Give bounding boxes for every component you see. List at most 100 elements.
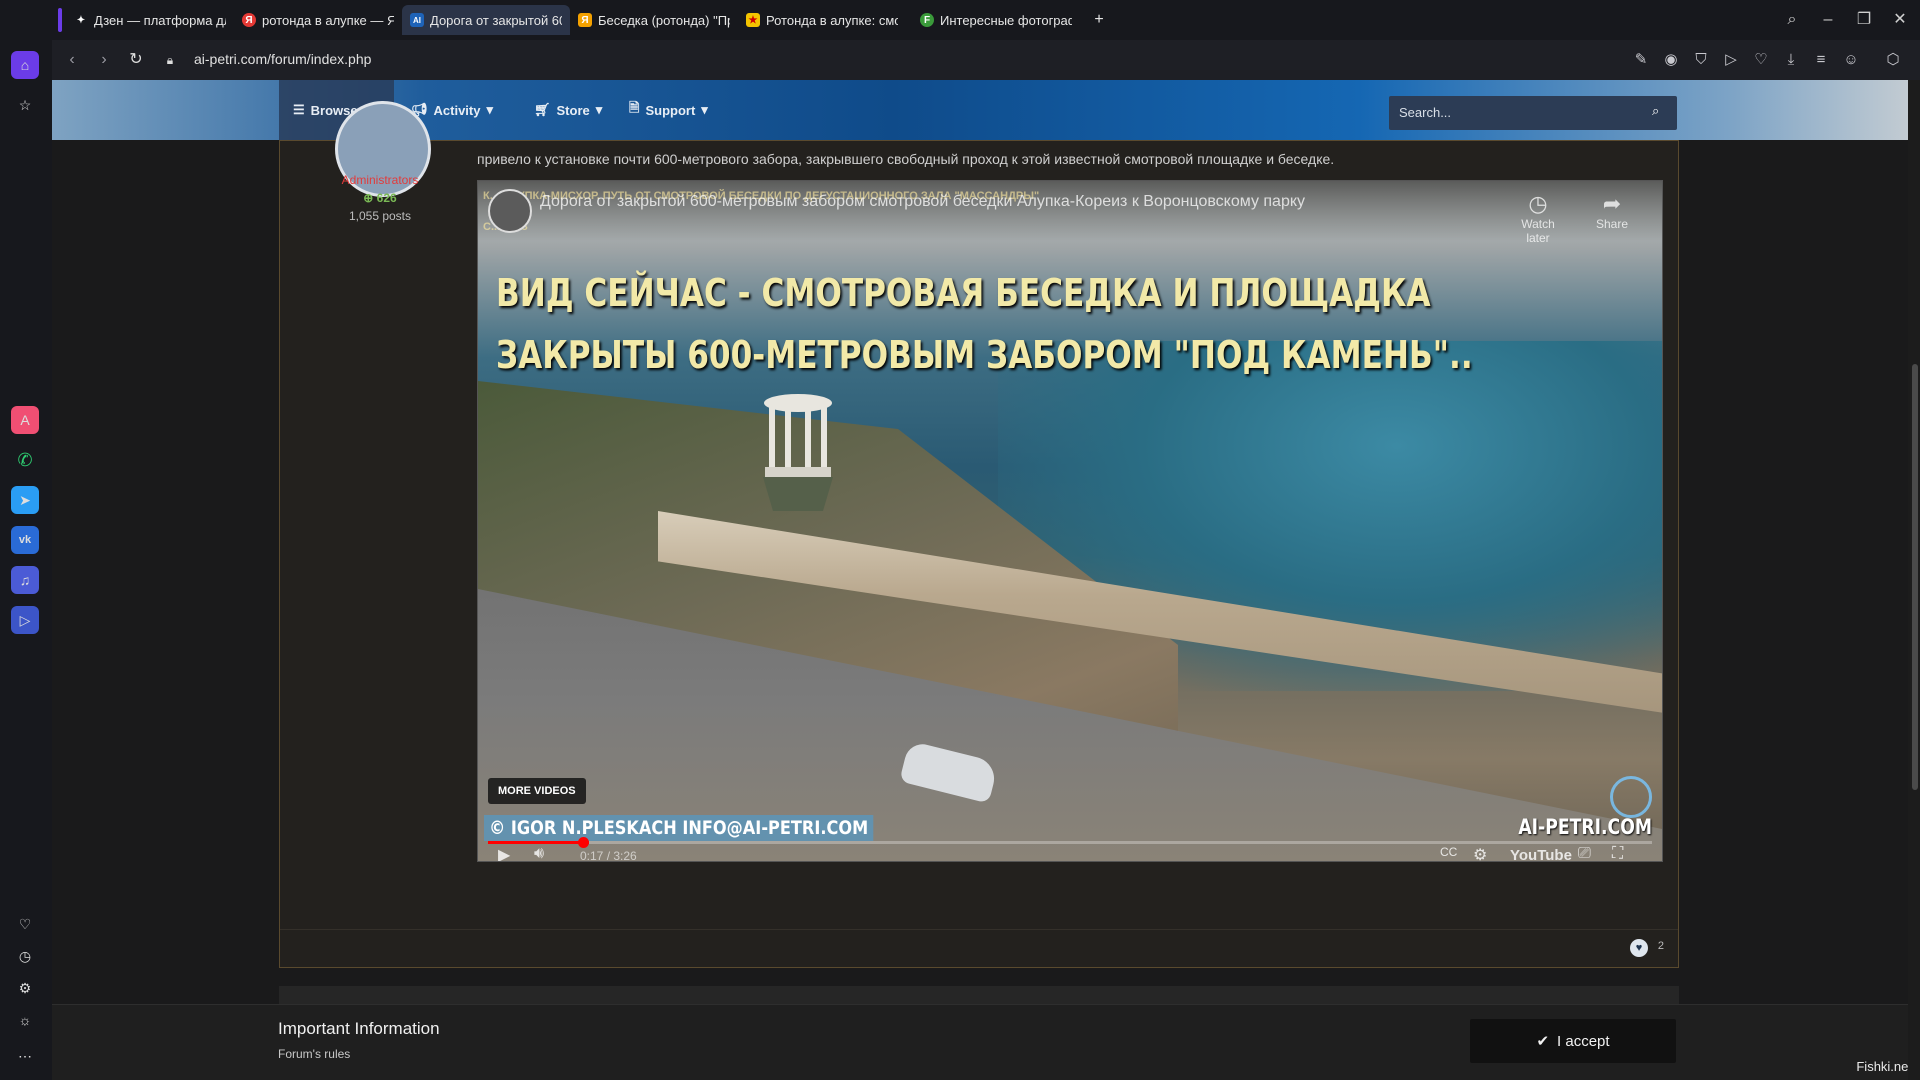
camera-icon[interactable]: ◉ [1660,49,1682,71]
video-headline-1: ВИД СЕЙЧАС - СМОТРОВАЯ БЕСЕДКА И ПЛОЩАДК… [496,271,1431,315]
nav-support[interactable]: 🗎︎ Support ▾ [615,80,722,140]
embedded-video[interactable]: К... АЛУПКА-МИСХОР. ПУТЬ ОТ СМОТРОВОЙ БЕ… [477,180,1663,862]
reputation-value: 626 [376,191,397,205]
ai-petri-logo-icon [1610,776,1652,818]
music-player-icon[interactable]: ♫ [11,566,39,594]
home-icon[interactable]: ⌂ [11,51,39,79]
post-count: 1,055 posts [348,209,412,223]
play-icon[interactable]: ▷ [11,606,39,634]
video-progress-bar[interactable] [488,841,1652,844]
video-credit: © IGOR N.PLESKACH INFO@AI-PETRI.COM [484,815,874,841]
nav-label: Activity [433,102,481,118]
caret-down-icon: ▾ [701,102,708,117]
scrollbar[interactable] [1908,80,1920,1080]
watch-later-button[interactable]: ◷ Watch later [1508,191,1568,245]
fishki-watermark: Fishki.net [1856,1059,1912,1074]
nav-label: Support [645,102,696,118]
tab-title: Интересные фотографии [940,12,1072,28]
tab-indicator [58,8,62,32]
reputation-badge: ⊕ 626 [280,191,480,205]
search-tabs-icon[interactable]: ⌕ [1780,8,1804,32]
vpn-shield-icon[interactable]: ⛉ [1690,49,1712,71]
nav-store[interactable]: 🛒︎ Store ▾ [520,80,616,140]
channel-avatar[interactable] [488,189,532,233]
notice-title: Important Information [278,1019,440,1038]
search-input[interactable]: Search... [1389,96,1677,130]
caret-down-icon: ▾ [486,102,494,117]
more-videos-button[interactable]: MORE VIDEOS [488,778,586,804]
telegram-icon[interactable]: ➤ [11,486,39,514]
cast-icon[interactable]: ⎚ [1578,845,1591,861]
back-icon[interactable]: ‹ [60,48,84,72]
tab-5[interactable]: ★ Ротонда в алупке: смотр [738,5,906,35]
video-progress-fill [488,841,590,844]
share-icon: ➦ [1602,191,1622,216]
tab-4[interactable]: Я Беседка (ротонда) "Прис [570,5,738,35]
url-field[interactable]: ai-petri.com/forum/index.php [194,51,371,67]
tab-2[interactable]: Я ротонда в алупке — Янд [234,5,402,35]
more-icon[interactable]: ⋯ [11,1042,39,1070]
settings-icon[interactable]: ⚙ [1473,845,1487,861]
tab-title: Дзен — платформа для п [94,12,226,28]
profile-icon[interactable]: ☺ [1840,49,1862,71]
youtube-logo[interactable]: YouTube [1510,847,1572,861]
like-count: 2 [1657,940,1664,952]
tab-3-active[interactable]: AI Дорога от закрытой 600 [402,5,570,35]
accept-button[interactable]: ✔ I accept [1470,1019,1676,1063]
history-icon[interactable]: ◷ [11,942,39,970]
important-info-bar: Important Information Forum's rules ✔ I … [52,1004,1920,1080]
scrollbar-thumb[interactable] [1912,364,1918,790]
plus-icon: ⊕ [363,191,377,205]
post-text: привело к установке почти 600-метрового … [477,151,1335,167]
tripadvisor-icon: ★ [746,13,760,27]
minimize-icon[interactable]: – [1816,8,1840,32]
forward-icon[interactable]: › [92,48,116,72]
aria-icon[interactable]: A [11,406,39,434]
download-icon[interactable]: ⤓ [1780,49,1802,71]
document-icon: 🗎︎ [629,100,640,115]
forum-rules-link[interactable]: Forum's rules [278,1047,350,1061]
new-tab-button[interactable]: + [1088,5,1110,35]
cart-icon: 🛒︎ [534,102,551,117]
browser-sidebar: O ⌂ ☆ A ✆ ➤ vk ♫ ▷ ♡ ◷ ⚙ ☼ ⋯ [0,0,52,1080]
watch-later-label: Watch later [1521,217,1555,245]
send-icon[interactable]: ▷ [1720,49,1742,71]
easy-setup-icon[interactable]: ≡ [1810,49,1832,71]
tab-strip: ✦ Дзен — платформа для п Я ротонда в алу… [0,0,1920,40]
share-button[interactable]: ➦ Share [1582,191,1642,231]
tab-title: Дорога от закрытой 600 [430,12,562,28]
tab-title: Ротонда в алупке: смотр [766,12,898,28]
volume-icon[interactable]: 🔊︎ [534,845,544,861]
video-scrubber[interactable] [578,837,589,848]
settings-icon[interactable]: ⚙ [11,974,39,1002]
lightbulb-icon[interactable]: ☼ [11,1006,39,1034]
restore-icon[interactable]: ❐ [1852,8,1876,32]
list-icon: ☰ [293,102,305,117]
tab-6[interactable]: F Интересные фотографии [912,5,1080,35]
like-heart-icon[interactable]: ♥ [1630,939,1648,957]
snapshot-edit-icon[interactable]: ✎ [1630,49,1652,71]
whatsapp-icon[interactable]: ✆ [11,446,39,474]
heart-icon[interactable]: ♡ [11,910,39,938]
play-icon[interactable]: ▶ [498,845,510,861]
heart-icon[interactable]: ♡ [1750,49,1772,71]
reload-icon[interactable]: ↻ [124,48,148,72]
star-icon[interactable]: ☆ [11,91,39,119]
clock-icon: ◷ [1528,191,1548,216]
tab-1[interactable]: ✦ Дзен — платформа для п [66,5,234,35]
lock-icon: 🔒︎ [166,53,174,67]
search-icon[interactable]: ⌕ [1652,103,1659,119]
caret-down-icon: ▾ [595,102,603,117]
captions-icon[interactable]: CC [1440,845,1457,859]
post-footer: ♥ 2 [280,929,1678,968]
fishki-icon: F [920,13,934,27]
accept-label: I accept [1557,1032,1610,1050]
extensions-icon[interactable]: ⬡ [1882,49,1904,71]
video-headline-2: ЗАКРЫТЫ 600-МЕТРОВЫМ ЗАБОРОМ "ПОД КАМЕНЬ… [496,333,1473,377]
vk-icon[interactable]: vk [11,526,39,554]
video-title[interactable]: Дорога от закрытой 600-метровым забором … [540,193,1305,211]
yandex-maps-icon: Я [578,13,592,27]
fullscreen-icon[interactable]: ⛶ [1612,845,1623,861]
close-icon[interactable]: ✕ [1888,8,1912,32]
user-group-label: Administrators [341,173,419,187]
